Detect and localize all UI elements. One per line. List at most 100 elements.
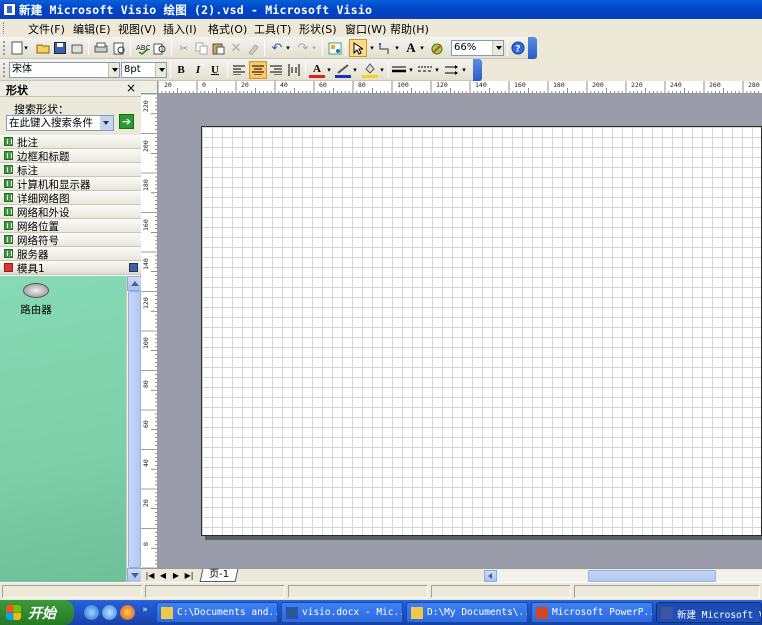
scroll-thumb[interactable] bbox=[128, 291, 141, 568]
stencil-item[interactable]: 边框和标题 bbox=[0, 149, 141, 163]
search-go-button[interactable]: ➔ bbox=[119, 114, 134, 129]
internet-explorer-icon[interactable] bbox=[102, 605, 117, 620]
fill-color-icon[interactable] bbox=[362, 62, 378, 78]
fill-color-dropdown-icon[interactable]: ▾ bbox=[378, 62, 386, 78]
visio-app-icon[interactable] bbox=[3, 3, 16, 16]
stencil-item[interactable]: 网络和外设 bbox=[0, 205, 141, 219]
ruler-corner[interactable] bbox=[141, 81, 158, 94]
show-desktop-icon[interactable] bbox=[84, 605, 99, 620]
taskbar-item-active[interactable]: 新建 Microsoft V... bbox=[656, 602, 762, 623]
chevron-down-icon[interactable] bbox=[108, 63, 119, 77]
horizontal-scrollbar[interactable] bbox=[484, 570, 762, 582]
save-icon[interactable] bbox=[52, 40, 68, 56]
master-shape-router[interactable]: 路由器 bbox=[18, 283, 54, 317]
scroll-thumb[interactable] bbox=[588, 570, 716, 582]
permission-icon[interactable] bbox=[69, 40, 85, 56]
stencil-item[interactable]: 标注 bbox=[0, 163, 141, 177]
drawing-page[interactable] bbox=[201, 126, 762, 536]
menu-shape[interactable]: 形状(S) bbox=[299, 21, 337, 37]
line-color-icon[interactable] bbox=[335, 62, 351, 78]
bold-button[interactable]: B bbox=[173, 62, 189, 78]
research-icon[interactable] bbox=[152, 40, 168, 56]
undo-dropdown-icon[interactable]: ▾ bbox=[284, 40, 292, 56]
redo-dropdown-icon[interactable]: ▾ bbox=[310, 40, 318, 56]
search-input[interactable]: 在此键入搜索条件 bbox=[6, 115, 114, 131]
undo-icon[interactable]: ↶ bbox=[269, 40, 285, 56]
line-weight-icon[interactable] bbox=[391, 62, 407, 78]
connector-tool-icon[interactable] bbox=[377, 40, 393, 56]
previous-page-icon[interactable]: ◀ bbox=[158, 570, 168, 581]
stencil-scrollbar[interactable] bbox=[126, 276, 142, 583]
chevron-down-icon[interactable] bbox=[155, 63, 166, 77]
close-icon[interactable]: × bbox=[126, 81, 136, 95]
distribute-icon[interactable] bbox=[286, 62, 302, 78]
line-pattern-icon[interactable] bbox=[417, 62, 433, 78]
line-pattern-dropdown-icon[interactable]: ▾ bbox=[433, 62, 441, 78]
last-page-icon[interactable]: ▶| bbox=[184, 570, 194, 581]
taskbar-item[interactable]: visio.docx - Mic... bbox=[281, 602, 403, 623]
taskbar-item[interactable]: Microsoft PowerP... bbox=[531, 602, 653, 623]
stencil-item[interactable]: 计算机和显示器 bbox=[0, 177, 141, 191]
scroll-down-icon[interactable] bbox=[127, 568, 142, 583]
toolbar-options-icon[interactable] bbox=[528, 37, 537, 59]
active-stencil-header[interactable]: 模具1 bbox=[0, 261, 141, 275]
underline-button[interactable]: U bbox=[207, 62, 223, 78]
pointer-tool-icon[interactable] bbox=[349, 39, 367, 57]
font-select[interactable]: 宋体 bbox=[9, 62, 120, 78]
stencil-item[interactable]: 详细网络图 bbox=[0, 191, 141, 205]
chevron-down-icon[interactable] bbox=[492, 41, 503, 55]
copy-icon[interactable] bbox=[193, 40, 209, 56]
help-icon[interactable]: ? bbox=[510, 40, 526, 56]
stencil-item[interactable]: 网络符号 bbox=[0, 233, 141, 247]
toolbar-grip[interactable] bbox=[3, 63, 6, 77]
quick-launch-more-icon[interactable]: » bbox=[140, 604, 150, 615]
menu-tools[interactable]: 工具(T) bbox=[254, 21, 291, 37]
text-dropdown-icon[interactable]: ▾ bbox=[418, 40, 426, 56]
print-preview-icon[interactable] bbox=[111, 40, 127, 56]
align-left-icon[interactable] bbox=[231, 62, 247, 78]
align-right-icon[interactable] bbox=[268, 62, 284, 78]
menu-window[interactable]: 窗口(W) bbox=[345, 21, 386, 37]
drawing-canvas[interactable] bbox=[158, 94, 762, 568]
new-dropdown-icon[interactable]: ▾ bbox=[22, 40, 30, 56]
delete-icon[interactable]: ✕ bbox=[228, 40, 244, 56]
cut-icon[interactable]: ✂ bbox=[176, 40, 192, 56]
pointer-dropdown-icon[interactable]: ▾ bbox=[368, 40, 376, 56]
menu-view[interactable]: 视图(V) bbox=[118, 21, 156, 37]
align-center-icon[interactable] bbox=[249, 61, 267, 79]
stencil-item[interactable]: 网络位置 bbox=[0, 219, 141, 233]
menu-help[interactable]: 帮助(H) bbox=[390, 21, 429, 37]
toolbar-options-icon[interactable] bbox=[473, 59, 482, 81]
connector-dropdown-icon[interactable]: ▾ bbox=[393, 40, 401, 56]
scroll-left-icon[interactable] bbox=[484, 570, 497, 582]
line-color-dropdown-icon[interactable]: ▾ bbox=[351, 62, 359, 78]
font-color-icon[interactable]: A bbox=[309, 62, 325, 78]
first-page-icon[interactable]: |◀ bbox=[145, 570, 155, 581]
italic-button[interactable]: I bbox=[190, 62, 206, 78]
zoom-select[interactable]: 66% bbox=[451, 40, 504, 56]
stencil-item[interactable]: 服务器 bbox=[0, 247, 141, 261]
chevron-down-icon[interactable] bbox=[100, 116, 113, 130]
redo-icon[interactable]: ↷ bbox=[295, 40, 311, 56]
drawing-tools-icon[interactable] bbox=[429, 40, 445, 56]
menu-grip[interactable] bbox=[3, 22, 6, 34]
save-stencil-icon[interactable] bbox=[129, 263, 138, 272]
text-tool-icon[interactable]: A bbox=[403, 40, 419, 56]
scroll-up-icon[interactable] bbox=[127, 276, 142, 291]
stencil-item[interactable]: 批注 bbox=[0, 135, 141, 149]
menu-insert[interactable]: 插入(I) bbox=[163, 21, 197, 37]
browser-icon[interactable] bbox=[120, 605, 135, 620]
open-icon[interactable] bbox=[35, 40, 51, 56]
taskbar-item[interactable]: D:\My Documents\... bbox=[406, 602, 528, 623]
shapes-window-icon[interactable] bbox=[327, 40, 343, 56]
font-size-select[interactable]: 8pt bbox=[121, 62, 167, 78]
line-ends-dropdown-icon[interactable]: ▾ bbox=[460, 62, 468, 78]
tab-page-1[interactable]: 页-1 bbox=[199, 569, 239, 582]
vertical-ruler[interactable]: 220 200 180 160 140 120 100 80 60 40 20 … bbox=[141, 94, 158, 568]
line-ends-icon[interactable] bbox=[444, 62, 460, 78]
print-icon[interactable] bbox=[93, 40, 109, 56]
line-weight-dropdown-icon[interactable]: ▾ bbox=[407, 62, 415, 78]
spelling-icon[interactable]: ABC bbox=[135, 40, 151, 56]
font-color-dropdown-icon[interactable]: ▾ bbox=[325, 62, 333, 78]
taskbar-item[interactable]: C:\Documents and... bbox=[156, 602, 278, 623]
